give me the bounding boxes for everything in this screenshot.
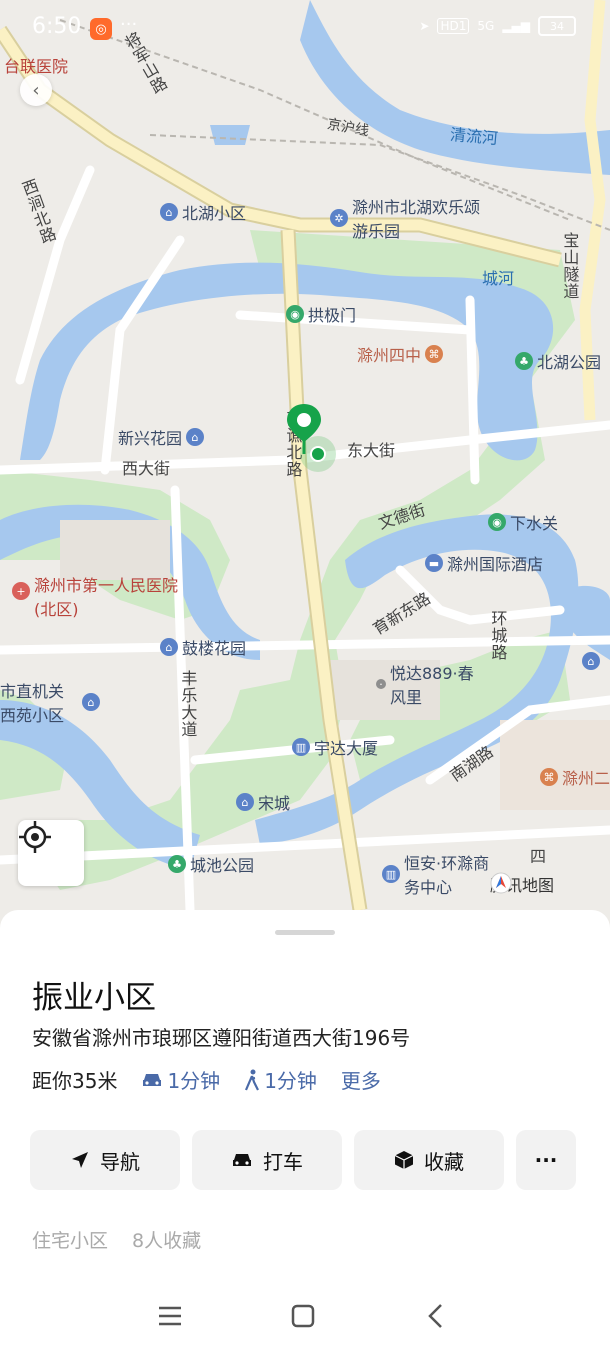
- poi-gulou-garden[interactable]: ⌂ 鼓楼花园: [160, 635, 246, 659]
- crosshair-icon: [19, 821, 51, 853]
- app-notification-icon: ◎: [90, 18, 112, 40]
- drive-time-link[interactable]: 1分钟: [141, 1065, 220, 1094]
- poi-gongji-gate[interactable]: ◉ 拱极门: [286, 302, 356, 326]
- tag-category: 住宅小区: [32, 1230, 109, 1252]
- place-tags: 住宅小区 8人收藏: [32, 1226, 201, 1253]
- more-link[interactable]: 更多: [341, 1065, 381, 1094]
- park-tree-icon: ♣: [515, 352, 533, 370]
- back-chevron-icon: [428, 1304, 442, 1328]
- status-bar: 6:50 ◎ ··· ➤ HD1 5G ▂▄▆ 34: [0, 0, 610, 58]
- road-label-si: 四: [530, 847, 547, 866]
- road-label-xida: 西大街: [122, 459, 171, 478]
- menu-lines-icon: [159, 1306, 181, 1326]
- poi-xiashuiguan[interactable]: ◉ 下水关: [488, 510, 558, 534]
- poi-hengan-center[interactable]: ▥ 恒安·环滁商务中心: [382, 850, 497, 898]
- system-nav-bar: [0, 1290, 610, 1340]
- map-watermark: 腾讯地图: [490, 872, 554, 896]
- navigate-button[interactable]: 导航: [30, 1130, 180, 1190]
- car-icon: [143, 1073, 162, 1086]
- battery-icon: 34: [538, 16, 576, 36]
- scenic-icon: ◉: [286, 305, 304, 323]
- signal-label: 5G: [477, 19, 495, 33]
- box-icon: [394, 1151, 414, 1169]
- school-icon: ⌘: [425, 345, 444, 363]
- house-icon: ⌂: [186, 428, 205, 446]
- poi-first-hospital[interactable]: + 滁州市第一人民医院(北区): [12, 572, 182, 620]
- network-badge: HD1: [437, 18, 470, 34]
- building-icon: ▥: [382, 865, 400, 883]
- road-label-fengle: 丰乐大道: [178, 670, 198, 738]
- place-title: 振业小区: [32, 980, 156, 1016]
- status-time: 6:50: [32, 14, 82, 39]
- house-icon: ⌂: [160, 203, 178, 221]
- ellipsis-icon: ···: [534, 1148, 558, 1172]
- road-label-baoshan: 宝山隧道: [560, 232, 580, 300]
- tencent-map-logo-icon: [490, 872, 512, 894]
- menu-button[interactable]: [156, 1302, 184, 1330]
- favorite-button[interactable]: 收藏: [354, 1130, 504, 1190]
- poi-songcheng[interactable]: ⌂ 宋城: [236, 790, 290, 814]
- pin-marker-icon: [287, 404, 336, 472]
- chevron-left-icon: ‹: [32, 79, 40, 101]
- status-icons: ➤ HD1 5G ▂▄▆ 34: [419, 16, 576, 36]
- poi-yueda889[interactable]: · 悦达889·春风里: [376, 660, 476, 708]
- hospital-cross-icon: +: [12, 582, 30, 600]
- ferris-wheel-icon: ✲: [330, 209, 348, 227]
- tag-favorites-count: 8人收藏: [132, 1230, 202, 1252]
- distance-text: 距你35米: [32, 1069, 118, 1093]
- park-tree-icon: ♣: [168, 855, 186, 873]
- mall-dot-icon: ·: [376, 678, 386, 691]
- house-icon: ⌂: [160, 638, 178, 656]
- poi-chuzhou-no4[interactable]: 滁州四中 ⌘: [357, 342, 444, 366]
- poi-yuda-building[interactable]: ▥ 宇达大厦: [292, 735, 378, 759]
- walk-time-link[interactable]: 1分钟: [244, 1065, 317, 1094]
- poi-xinxing-garden[interactable]: 新兴花园 ⌂: [118, 425, 205, 449]
- road-label-huancheng: 环城路: [488, 610, 508, 661]
- building-icon: ▥: [292, 738, 310, 756]
- school-icon: ⌘: [540, 768, 558, 786]
- place-meta: 距你35米 1分钟 1分钟 更多: [32, 1065, 381, 1094]
- drag-handle[interactable]: [275, 930, 335, 935]
- home-button[interactable]: [289, 1302, 317, 1330]
- poi-beihu-community[interactable]: ⌂ 北湖小区: [160, 200, 246, 224]
- place-address: 安徽省滁州市琅琊区遵阳街道西大街196号: [32, 1026, 411, 1050]
- poi-edge-house[interactable]: ⌂: [582, 652, 600, 670]
- poi-beihu-park[interactable]: ♣ 北湖公园: [515, 349, 601, 373]
- house-icon: ⌂: [582, 652, 600, 670]
- system-back-button[interactable]: [422, 1302, 450, 1330]
- taxi-car-icon: [233, 1154, 251, 1166]
- walk-icon: [245, 1069, 260, 1090]
- status-more: ···: [120, 14, 138, 35]
- house-icon: ⌂: [82, 693, 100, 711]
- poi-shizhi-jiguan[interactable]: 市直机关西苑小区 ⌂: [0, 678, 100, 726]
- location-arrow-icon: ➤: [419, 19, 430, 33]
- poi-beihu-amusement[interactable]: ✲ 滁州市北湖欢乐颂游乐园: [330, 194, 480, 242]
- river-label-chenghe: 城河: [482, 269, 515, 288]
- signal-bars-icon: ▂▄▆: [502, 19, 530, 33]
- house-icon: ⌂: [236, 793, 254, 811]
- overflow-menu-button[interactable]: ···: [516, 1130, 576, 1190]
- scenic-icon: ◉: [488, 513, 506, 531]
- poi-chengchi-park[interactable]: ♣ 城池公园: [168, 852, 254, 876]
- poi-chuzhou-second[interactable]: ⌘ 滁州二: [540, 765, 610, 789]
- action-bar: 导航 打车 收藏 ···: [30, 1130, 576, 1190]
- hotel-bed-icon: ▬: [425, 554, 443, 572]
- poi-intl-hotel[interactable]: ▬ 滁州国际酒店: [425, 551, 543, 575]
- map-view[interactable]: 台联医院 将军山路 西涧北路 京沪线 清流河 城河 宝山隧道 西大街 东大街 南…: [0, 0, 610, 930]
- back-button[interactable]: ‹: [20, 74, 52, 106]
- home-square-icon: [291, 1304, 315, 1328]
- navigation-arrow-icon: [72, 1152, 88, 1168]
- road-label-dongda: 东大街: [347, 441, 396, 460]
- taxi-button[interactable]: 打车: [192, 1130, 342, 1190]
- locate-me-button[interactable]: [18, 820, 84, 886]
